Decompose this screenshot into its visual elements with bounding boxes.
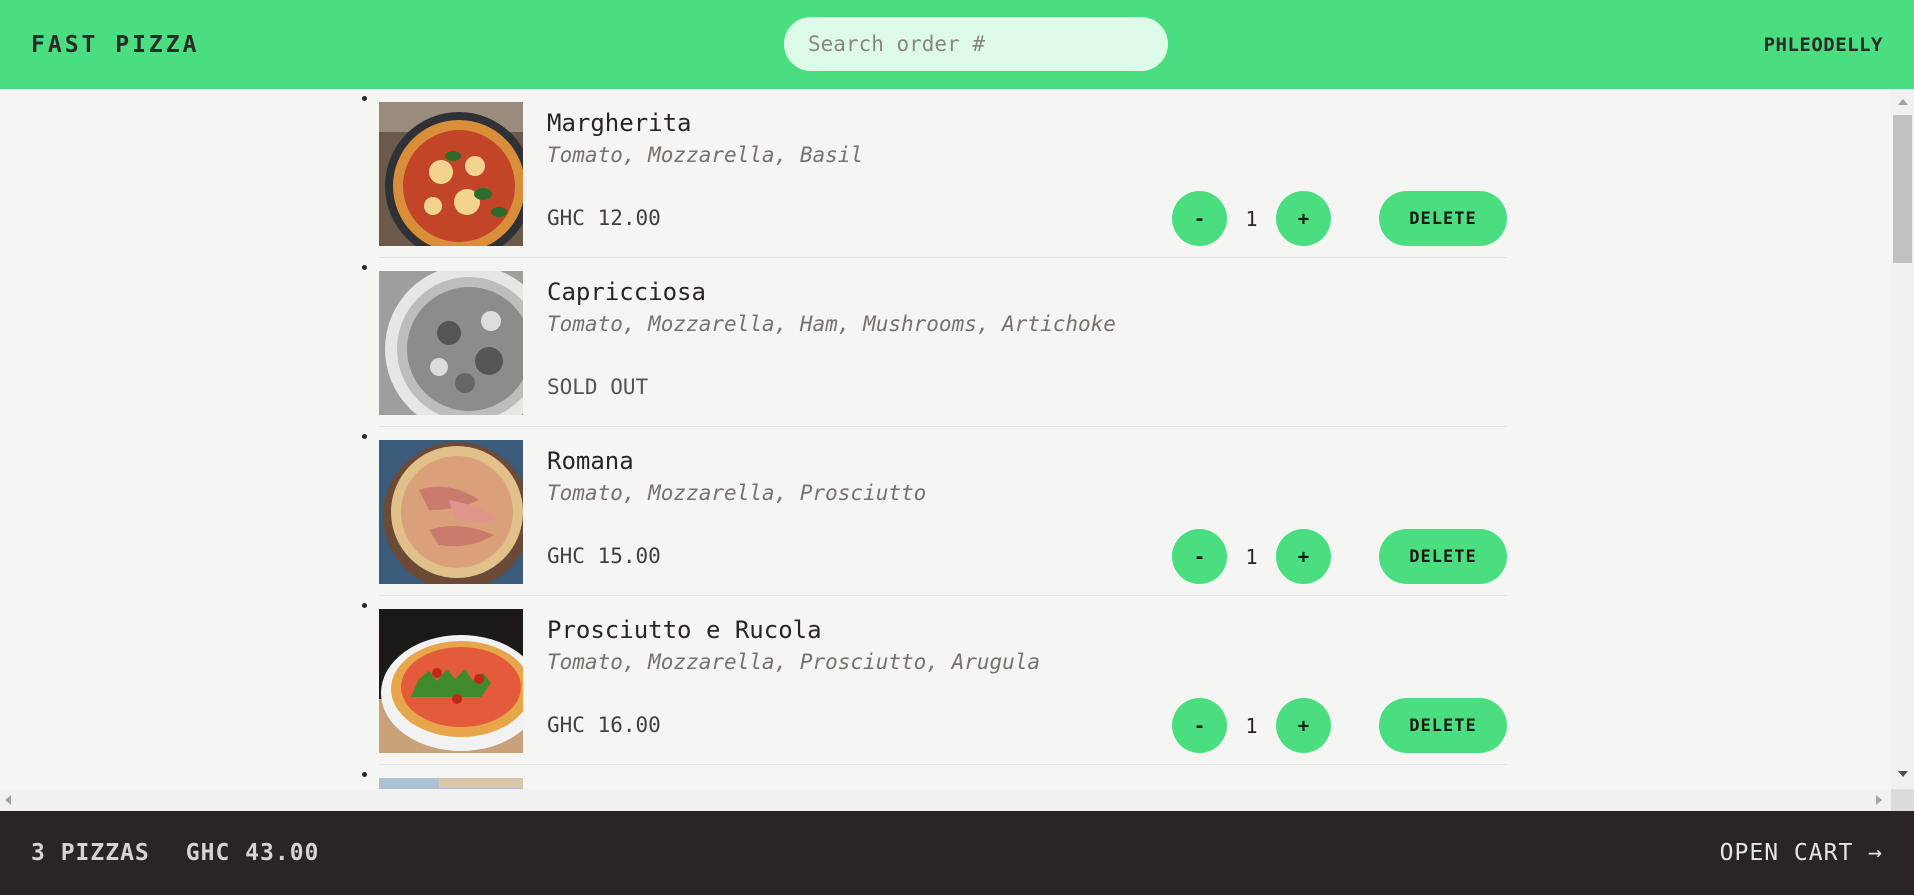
app-header: FAST PIZZA PHLEODELLY <box>0 0 1914 89</box>
logo-link[interactable]: FAST PIZZA <box>31 32 199 58</box>
pizza-name: Prosciutto e Rucola <box>547 616 822 644</box>
increase-quantity-button[interactable]: + <box>1276 529 1331 584</box>
menu-item: Prosciutto e Rucola Tomato, Mozzarella, … <box>379 596 1507 765</box>
menu-list: Margherita Tomato, Mozzarella, Basil GHC… <box>379 89 1507 811</box>
scroll-down-arrow-icon[interactable] <box>1898 771 1908 777</box>
horizontal-scrollbar[interactable] <box>0 789 1891 811</box>
pizza-name: Capricciosa <box>547 278 706 306</box>
pizza-image <box>379 271 523 415</box>
quantity-stepper: - 1 + <box>1172 529 1331 584</box>
scroll-left-arrow-icon[interactable] <box>5 795 11 805</box>
quantity-value: 1 <box>1245 713 1258 738</box>
pizza-ingredients: Tomato, Mozzarella, Ham, Mushrooms, Arti… <box>547 312 1116 336</box>
increase-quantity-button[interactable]: + <box>1276 698 1331 753</box>
decrease-quantity-button[interactable]: - <box>1172 529 1227 584</box>
cart-overview: 3 PIZZAS GHC 43.00 OPEN CART → <box>0 811 1914 895</box>
scrollbar-thumb[interactable] <box>1893 115 1912 263</box>
delete-item-button[interactable]: DELETE <box>1379 698 1507 753</box>
decrease-quantity-button[interactable]: - <box>1172 191 1227 246</box>
scroll-right-arrow-icon[interactable] <box>1876 795 1882 805</box>
quantity-value: 1 <box>1245 206 1258 231</box>
pizza-price: GHC 15.00 <box>547 544 661 568</box>
sold-out-label: SOLD OUT <box>547 375 649 399</box>
pizza-name: Romana <box>547 447 634 475</box>
pizza-name: Margherita <box>547 109 692 137</box>
quantity-stepper: - 1 + <box>1172 698 1331 753</box>
cart-summary: 3 PIZZAS GHC 43.00 <box>31 840 319 866</box>
pizza-ingredients: Tomato, Mozzarella, Prosciutto, Arugula <box>547 650 1041 674</box>
pizza-ingredients: Tomato, Mozzarella, Prosciutto <box>547 481 927 505</box>
scroll-up-arrow-icon[interactable] <box>1898 99 1908 105</box>
cart-total-price: GHC 43.00 <box>185 840 320 866</box>
decrease-quantity-button[interactable]: - <box>1172 698 1227 753</box>
menu-scroll-area[interactable]: Margherita Tomato, Mozzarella, Basil GHC… <box>0 89 1914 811</box>
pizza-image <box>379 609 523 753</box>
delete-item-button[interactable]: DELETE <box>1379 191 1507 246</box>
increase-quantity-button[interactable]: + <box>1276 191 1331 246</box>
vertical-scrollbar[interactable] <box>1891 89 1914 789</box>
username: PHLEODELLY <box>1763 33 1883 56</box>
pizza-price: GHC 16.00 <box>547 713 661 737</box>
scrollbar-corner <box>1891 789 1914 811</box>
quantity-stepper: - 1 + <box>1172 191 1331 246</box>
search-order-input[interactable] <box>784 17 1168 71</box>
pizza-ingredients: Tomato, Mozzarella, Basil <box>547 143 864 167</box>
open-cart-link[interactable]: OPEN CART → <box>1720 840 1883 866</box>
menu-item: Romana Tomato, Mozzarella, Prosciutto GH… <box>379 427 1507 596</box>
menu-item: Margherita Tomato, Mozzarella, Basil GHC… <box>379 89 1507 258</box>
pizza-price: GHC 12.00 <box>547 206 661 230</box>
delete-item-button[interactable]: DELETE <box>1379 529 1507 584</box>
pizza-image <box>379 102 523 246</box>
quantity-value: 1 <box>1245 544 1258 569</box>
menu-item: Capricciosa Tomato, Mozzarella, Ham, Mus… <box>379 258 1507 427</box>
pizza-image <box>379 440 523 584</box>
cart-pizza-count: 3 PIZZAS <box>31 840 150 866</box>
